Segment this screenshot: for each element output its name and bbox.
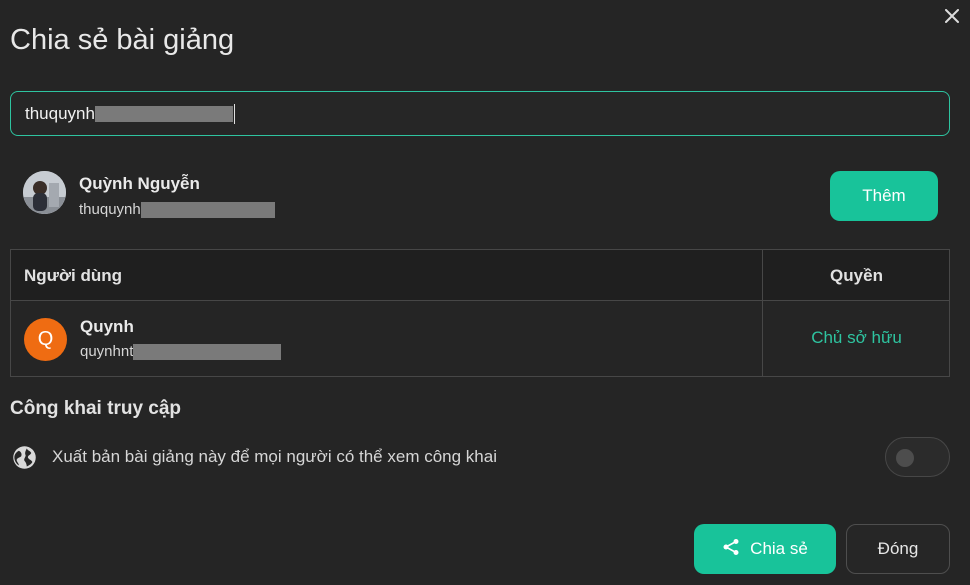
table-row: Q Quynh quynhnt Chủ sở hữu (11, 301, 949, 376)
column-header-user: Người dùng (24, 266, 123, 285)
suggestion-email-text: thuquynh (79, 201, 141, 218)
suggestion-email: thuquynh (79, 201, 275, 218)
avatar: Q (24, 318, 67, 361)
close-icon[interactable] (942, 6, 962, 26)
search-input[interactable]: thuquynh (10, 91, 950, 136)
share-icon (722, 538, 740, 561)
table-header: Người dùng Quyền (11, 250, 949, 301)
search-input-value: thuquynh (25, 103, 95, 123)
dialog-title: Chia sẻ bài giảng (10, 24, 235, 56)
toggle-knob (896, 449, 914, 467)
redacted-text (94, 105, 233, 122)
column-header-permission: Quyền (830, 266, 883, 285)
public-access-heading: Công khai truy cập (10, 398, 182, 419)
users-table: Người dùng Quyền Q Quynh quynhnt Chủ sở … (10, 249, 950, 377)
public-access-toggle[interactable] (885, 437, 950, 477)
user-suggestion: Quỳnh Nguyễn thuquynh Thêm (23, 171, 938, 221)
close-button[interactable]: Đóng (846, 524, 950, 574)
redacted-text (140, 201, 275, 218)
suggestion-name: Quỳnh Nguyễn (79, 174, 200, 193)
row-user-email: quynhnt (80, 343, 282, 360)
share-button[interactable]: Chia sẻ (694, 524, 836, 574)
redacted-text (133, 343, 282, 360)
globe-icon (11, 444, 38, 471)
row-user-email-text: quynhnt (80, 343, 134, 360)
row-permission: Chủ sở hữu (811, 328, 902, 347)
add-user-button[interactable]: Thêm (830, 171, 938, 221)
public-access-description: Xuất bản bài giảng này để mọi người có t… (52, 447, 497, 466)
text-caret (233, 103, 235, 124)
share-button-label: Chia sẻ (750, 539, 808, 558)
avatar (23, 171, 66, 214)
row-user-name: Quynh (80, 317, 134, 336)
